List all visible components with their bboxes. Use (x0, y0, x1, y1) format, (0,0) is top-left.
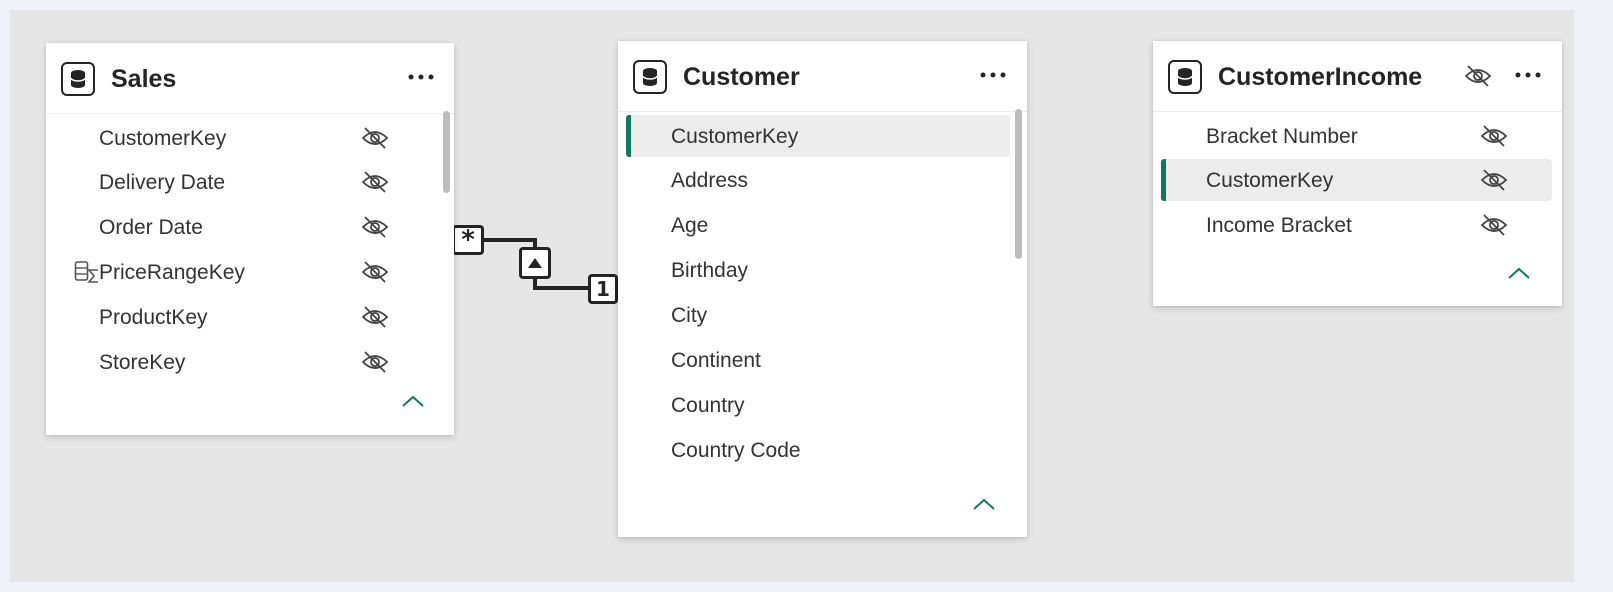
table-title: Customer (683, 63, 800, 91)
field-label: StoreKey (99, 351, 186, 374)
field-row[interactable]: Birthday (626, 249, 1010, 291)
field-row[interactable]: CustomerKey (54, 117, 428, 159)
collapse-chevron-up-icon[interactable] (971, 496, 997, 512)
field-row-selected[interactable]: CustomerKey (1161, 159, 1552, 201)
table-title: CustomerIncome (1218, 63, 1423, 91)
eye-off-icon[interactable] (1479, 123, 1509, 149)
eye-off-icon[interactable] (1479, 167, 1509, 193)
field-label: CustomerKey (1206, 169, 1334, 192)
cross-filter-direction-badge[interactable] (519, 247, 551, 279)
cardinality-one-badge: 1 (588, 274, 618, 304)
more-options-icon[interactable] (1511, 63, 1545, 87)
field-row[interactable]: Income Bracket (1161, 204, 1552, 246)
field-row[interactable]: Delivery Date (54, 161, 428, 203)
field-label: Order Date (99, 216, 203, 239)
field-row[interactable]: City (626, 294, 1010, 336)
field-row[interactable]: PriceRangeKey (54, 251, 428, 293)
eye-off-icon[interactable] (1463, 63, 1493, 89)
field-row[interactable]: Address (626, 159, 1010, 201)
field-row[interactable]: ProductKey (54, 296, 428, 338)
table-card-header[interactable]: Customer (618, 41, 1027, 112)
field-row[interactable]: StoreKey (54, 341, 428, 383)
collapse-chevron-up-icon[interactable] (1506, 265, 1532, 281)
field-row[interactable]: Bracket Number (1161, 115, 1552, 157)
eye-off-icon[interactable] (360, 349, 390, 375)
cardinality-many-badge: * (452, 225, 484, 255)
eye-off-icon[interactable] (360, 169, 390, 195)
more-options-icon[interactable] (976, 63, 1010, 87)
field-row[interactable]: Continent (626, 339, 1010, 381)
field-label: Income Bracket (1206, 214, 1352, 237)
field-label: CustomerKey (671, 125, 799, 148)
scrollbar-thumb[interactable] (1015, 109, 1022, 259)
scrollbar-thumb[interactable] (443, 111, 450, 193)
field-label: ProductKey (99, 306, 208, 329)
field-label: Country (671, 394, 745, 417)
field-label: Birthday (671, 259, 749, 282)
more-options-icon[interactable] (404, 65, 438, 89)
field-label: CustomerKey (99, 127, 227, 150)
table-card-customer[interactable]: Customer CustomerKey Address Age Birthda… (618, 41, 1027, 537)
field-row[interactable]: Country (626, 384, 1010, 426)
eye-off-icon[interactable] (360, 304, 390, 330)
table-card-header[interactable]: CustomerIncome (1153, 41, 1562, 112)
field-row-selected[interactable]: CustomerKey (626, 115, 1010, 157)
field-label: PriceRangeKey (99, 261, 245, 284)
field-label: City (671, 304, 708, 327)
table-card-customerincome[interactable]: CustomerIncome Bracket Number CustomerKe… (1153, 41, 1562, 306)
database-icon (1168, 60, 1202, 94)
table-card-header[interactable]: Sales (46, 43, 454, 114)
table-title: Sales (111, 65, 177, 93)
calculated-column-icon (74, 260, 100, 284)
table-card-sales[interactable]: Sales CustomerKey Delivery Date Order Da… (46, 43, 454, 435)
database-icon (61, 62, 95, 96)
field-label: Bracket Number (1206, 125, 1358, 148)
field-label: Country Code (671, 439, 801, 462)
eye-off-icon[interactable] (360, 125, 390, 151)
field-label: Delivery Date (99, 171, 226, 194)
field-row[interactable]: Country Code (626, 429, 1010, 471)
triangle-up-icon (528, 258, 542, 268)
database-icon (633, 60, 667, 94)
field-label: Continent (671, 349, 761, 372)
eye-off-icon[interactable] (360, 259, 390, 285)
eye-off-icon[interactable] (360, 214, 390, 240)
field-row[interactable]: Age (626, 204, 1010, 246)
field-row[interactable]: Order Date (54, 206, 428, 248)
eye-off-icon[interactable] (1479, 212, 1509, 238)
field-label: Age (671, 214, 709, 237)
field-label: Address (671, 169, 749, 192)
collapse-chevron-up-icon[interactable] (400, 393, 426, 409)
